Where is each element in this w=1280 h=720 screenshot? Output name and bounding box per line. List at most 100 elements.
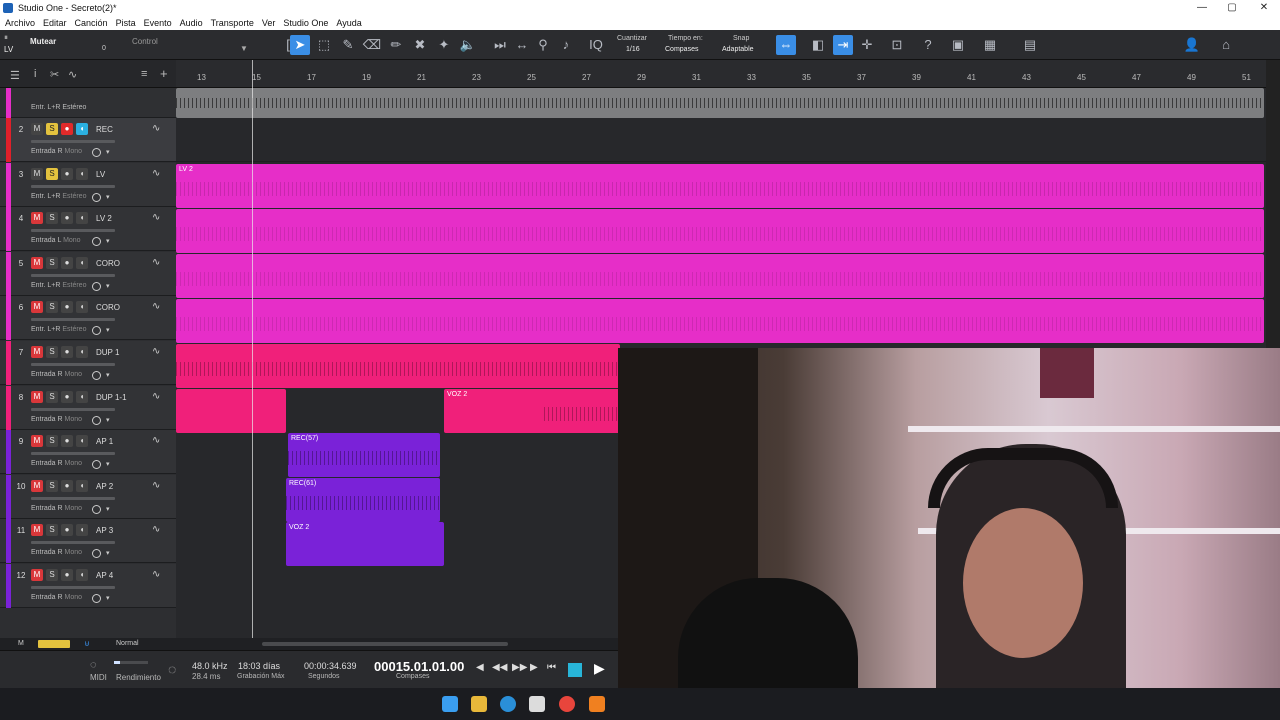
split-tool-icon[interactable]: ✎ [338, 35, 358, 55]
mute-button[interactable]: M [31, 167, 43, 180]
stretch-icon[interactable]: ↔ [512, 35, 532, 55]
waveform-icon[interactable]: ∿ [152, 257, 160, 268]
input-monitor-icon[interactable] [92, 192, 101, 202]
waveform-icon[interactable]: ∿ [152, 346, 160, 357]
waveform-icon[interactable]: ∿ [152, 524, 160, 535]
waveform-icon[interactable]: ∿ [152, 391, 160, 402]
input-monitor-icon[interactable] [92, 237, 101, 247]
zoom-icon[interactable]: ⚲ [533, 35, 553, 55]
solo-button[interactable]: S [46, 167, 58, 180]
mute-button[interactable]: M [31, 569, 43, 581]
input-monitor-icon[interactable] [92, 594, 101, 603]
forward-icon[interactable]: ▶▶ [512, 662, 527, 673]
monitor-button[interactable]: ◖ [76, 569, 88, 581]
input-monitor-icon[interactable] [92, 281, 101, 291]
solo-button[interactable]: S [46, 301, 58, 314]
volume-fader[interactable] [31, 541, 115, 545]
monitor-button[interactable]: ◖ [76, 435, 88, 448]
input-dropdown-icon[interactable]: ▾ [106, 549, 110, 557]
volume-fader[interactable] [31, 407, 115, 411]
timeline-ruler[interactable]: 13 15 17 19 21 23 25 27 29 31 33 35 37 3… [176, 60, 1266, 88]
track-name[interactable]: DUP 1 [96, 348, 119, 357]
track-header[interactable]: 2 M S ● ◖ REC ∿ Entrada R Mono ▾ [0, 118, 176, 162]
list-icon[interactable]: ≡ [141, 68, 147, 80]
track-input[interactable]: Entrada R Mono [31, 594, 82, 601]
link-icon[interactable]: ⊍ [84, 639, 90, 648]
arrow-tool-icon[interactable]: ➤ [290, 35, 310, 55]
input-monitor-icon[interactable] [92, 549, 101, 559]
mute-button[interactable]: M [31, 123, 43, 135]
clip-rec57[interactable]: REC(57) [288, 433, 440, 477]
file-explorer-icon[interactable] [471, 696, 487, 712]
waveform-icon[interactable]: ∿ [152, 168, 160, 179]
record-arm-button[interactable]: ● [61, 167, 73, 180]
track-name[interactable]: AP 3 [96, 526, 113, 535]
solo-button[interactable]: S [46, 569, 58, 581]
bend-tool-icon[interactable]: ✦ [434, 35, 454, 55]
track-header[interactable]: 5 M S ● ◖ CORO ∿ Entr. L+R Estéreo ▾ [0, 251, 176, 296]
input-monitor-icon[interactable] [92, 504, 101, 514]
menu-icon[interactable]: ☰ [10, 69, 20, 82]
input-dropdown-icon[interactable]: ▾ [106, 282, 110, 290]
return-zero-icon[interactable]: ◀ [476, 662, 484, 673]
horizontal-scrollbar[interactable] [262, 642, 508, 646]
volume-fader[interactable] [31, 184, 115, 188]
clip-dup1-1-a[interactable] [176, 389, 286, 433]
monitor-button[interactable]: ◖ [76, 346, 88, 358]
automation-icon[interactable]: ∿ [68, 68, 77, 81]
record-arm-button[interactable]: ● [61, 479, 73, 492]
listen-tool-icon[interactable]: 🔈 [458, 35, 478, 55]
waveform-icon[interactable]: ∿ [152, 212, 160, 223]
record-arm-button[interactable]: ● [61, 346, 73, 358]
waveform-icon[interactable]: ∿ [152, 123, 160, 134]
track-name[interactable]: AP 4 [96, 571, 113, 580]
volume-fader[interactable] [31, 363, 115, 366]
mute-button[interactable]: M [31, 479, 43, 492]
solo-button[interactable]: S [46, 390, 58, 403]
record-mode-button[interactable] [38, 640, 70, 648]
metronome-icon[interactable]: ♪ [556, 35, 576, 55]
clip-voz2-a[interactable]: VOZ 2 [444, 389, 620, 433]
mute-tool-icon[interactable]: ✖ [410, 35, 430, 55]
help-icon[interactable]: ? [918, 35, 938, 55]
monitor-button[interactable]: ◖ [76, 390, 88, 403]
input-dropdown-icon[interactable]: ▾ [106, 594, 110, 602]
track-input[interactable]: Entrada R Mono [31, 148, 82, 155]
windows-start-icon[interactable] [442, 696, 458, 712]
mute-button[interactable]: M [31, 346, 43, 358]
track-input[interactable]: Entrada R Mono [31, 371, 82, 378]
menu-transporte[interactable]: Transporte [211, 18, 254, 28]
track-name[interactable]: REC [96, 125, 113, 134]
mute-button[interactable]: M [31, 256, 43, 269]
track-name[interactable]: LV 2 [96, 214, 112, 223]
input-monitor-icon[interactable] [92, 415, 101, 425]
seconds-label[interactable]: Segundos [308, 673, 340, 680]
waveform-icon[interactable]: ∿ [152, 480, 160, 491]
maximize-button[interactable]: ▢ [1216, 0, 1248, 15]
menu-pista[interactable]: Pista [116, 18, 136, 28]
track-input[interactable]: Entr. L+R Estéreo [31, 326, 86, 333]
track-name[interactable]: LV [96, 170, 105, 179]
mute-button[interactable]: M [31, 212, 43, 225]
menu-studio-one[interactable]: Studio One [283, 18, 328, 28]
solo-button[interactable]: S [46, 346, 58, 358]
eraser-tool-icon[interactable]: ⌫ [362, 35, 382, 55]
mute-button[interactable]: M [31, 301, 43, 314]
clip-dup1[interactable] [176, 344, 620, 388]
track-input[interactable]: Entrada R Mono [31, 460, 82, 467]
quantize-value[interactable]: 1/16 [626, 46, 640, 53]
input-monitor-icon[interactable] [92, 371, 101, 380]
clip-voz2-b[interactable]: VOZ 2 [286, 522, 444, 566]
user-icon[interactable]: 👤 [1182, 35, 1202, 55]
menu-ayuda[interactable]: Ayuda [336, 18, 361, 28]
monitor-button[interactable]: ◖ [76, 256, 88, 269]
loop-start-icon[interactable]: ⏮ [547, 662, 556, 673]
info-icon[interactable]: i [34, 68, 36, 80]
track-input[interactable]: Entrada L Mono [31, 237, 81, 244]
record-arm-button[interactable]: ● [61, 212, 73, 225]
snap-start-icon[interactable]: ⏭ [490, 35, 510, 55]
rewind-icon[interactable]: ◀◀ [492, 662, 507, 673]
menu-editar[interactable]: Editar [43, 18, 67, 28]
record-arm-button[interactable]: ● [61, 435, 73, 448]
track-header[interactable]: 10 M S ● ◖ AP 2 ∿ Entrada R Mono ▾ [0, 474, 176, 519]
